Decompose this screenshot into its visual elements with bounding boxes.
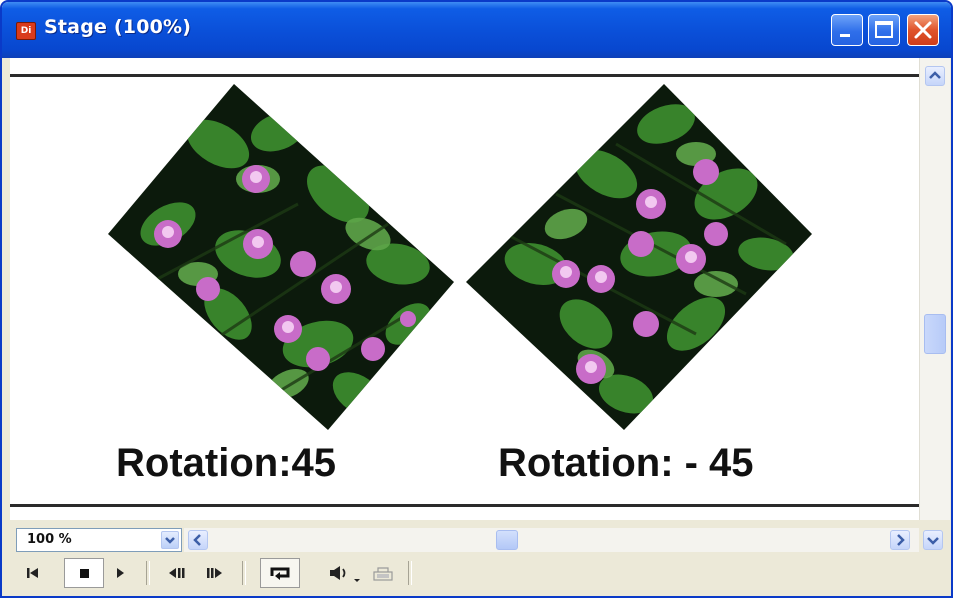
chevron-right-icon [897,534,905,546]
loop-button[interactable] [268,562,294,584]
zoom-value: 100 % [27,532,72,547]
loop-icon [270,567,290,580]
close-icon [914,21,932,39]
window-title: Stage (100%) [44,16,192,38]
rewind-icon [27,568,38,578]
title-bar[interactable]: Di Stage (100%) [2,2,951,58]
playback-controls [16,558,616,588]
vertical-scroll-thumb[interactable] [924,314,946,354]
zoom-dropdown-button[interactable] [161,531,179,549]
horizontal-scroll-thumb[interactable] [496,530,518,550]
maximize-button[interactable] [868,14,900,46]
chevron-down-icon [927,537,939,545]
toolbar-separator [146,561,150,585]
lock-icon [373,567,393,581]
scroll-left-button[interactable] [188,530,208,550]
stop-icon [80,569,89,578]
horizontal-scrollbar[interactable] [184,528,919,552]
water-lily-image-right[interactable] [466,84,812,430]
volume-button[interactable] [326,562,352,584]
volume-dropdown-button[interactable] [352,562,364,584]
scroll-up-button[interactable] [925,66,945,86]
chevron-down-icon [165,537,175,544]
toolbar-separator [408,561,412,585]
rewind-button[interactable] [22,562,44,584]
volume-dropdown-icon [354,579,360,582]
stop-button[interactable] [74,562,96,584]
volume-icon [330,566,346,580]
step-forward-button[interactable] [204,562,226,584]
director-app-icon[interactable]: Di [16,22,36,40]
caption-rotation-right: Rotation: - 45 [498,441,754,485]
scroll-down-button[interactable] [923,530,943,550]
vertical-scrollbar[interactable] [919,58,950,520]
chevron-up-icon [929,71,941,79]
stage-bottom-border [10,504,919,507]
water-lily-image-left[interactable] [108,84,454,430]
chevron-left-icon [193,534,201,546]
toolbar-separator [242,561,246,585]
stage-top-border [10,74,919,77]
step-backward-button[interactable] [166,562,188,584]
close-button[interactable] [907,14,939,46]
play-icon [117,568,124,578]
stage-window: Di Stage (100%) Rotation:45 Rotation: - … [0,0,953,598]
scroll-right-button[interactable] [890,530,910,550]
status-controls-bar: 100 % [2,520,951,596]
zoom-dropdown[interactable]: 100 % [16,528,182,552]
caption-rotation-left: Rotation:45 [116,441,336,485]
minimize-button[interactable] [831,14,863,46]
maximize-icon [875,21,893,38]
play-button[interactable] [110,562,132,584]
step-forward-icon [207,568,222,578]
step-back-icon [169,568,185,578]
stage-canvas[interactable]: Rotation:45 Rotation: - 45 [10,58,919,520]
lock-button[interactable] [368,562,398,584]
minimize-icon [840,34,850,37]
